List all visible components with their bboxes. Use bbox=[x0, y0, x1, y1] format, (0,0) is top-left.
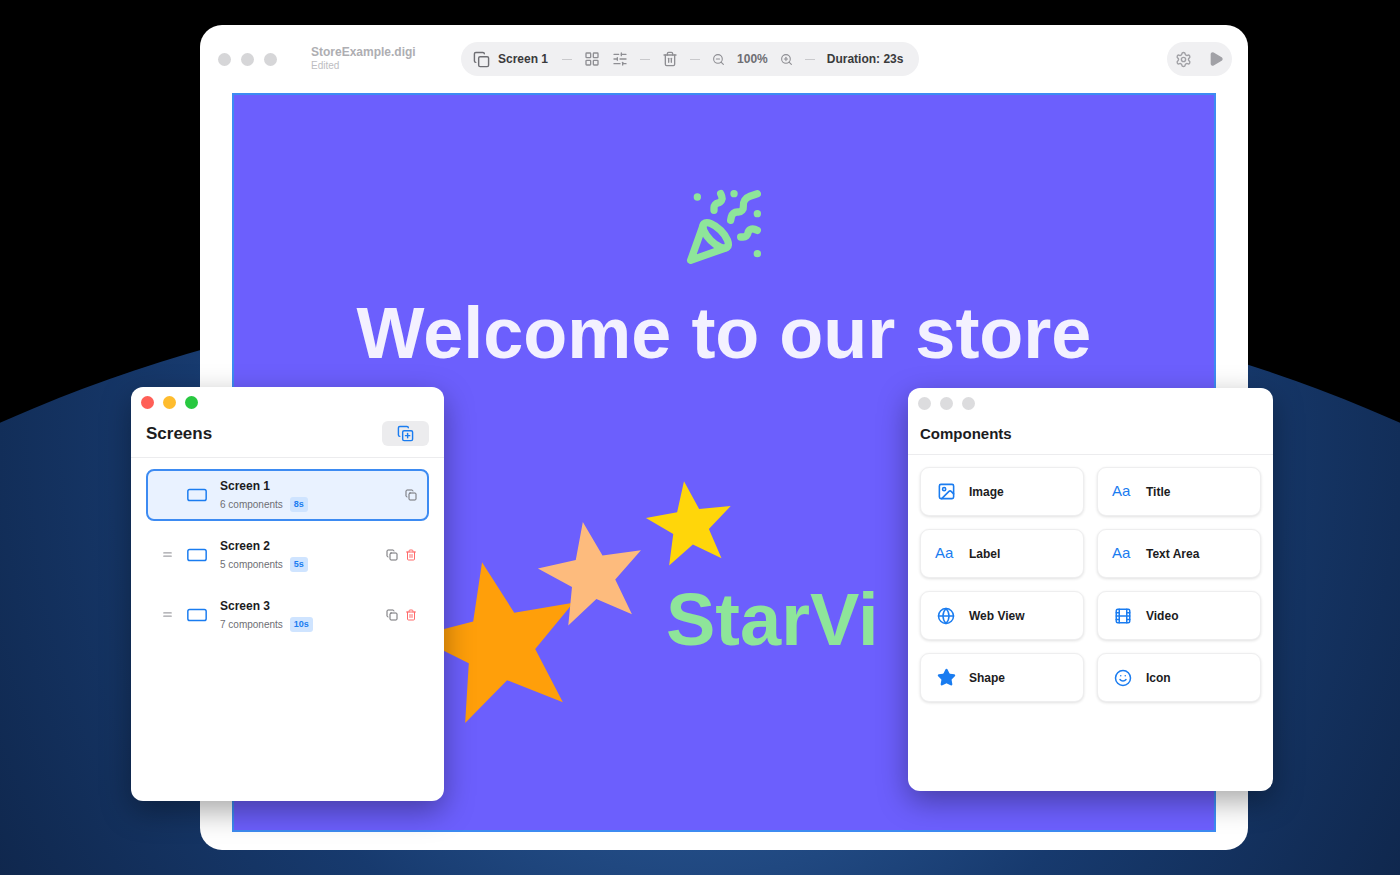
component-count: 6 components bbox=[220, 497, 283, 512]
screen-row[interactable]: Screen 1 6 components 8s bbox=[146, 469, 429, 521]
component-label: Icon bbox=[1146, 669, 1171, 687]
screen-name: Screen 3 bbox=[220, 597, 313, 615]
component-label: Image bbox=[969, 483, 1004, 501]
screens-title: Screens bbox=[146, 421, 212, 447]
toolbar: StoreExample.digiEdited Screen 1 100% Durat… bbox=[200, 25, 1248, 93]
add-screen-button[interactable] bbox=[382, 421, 429, 446]
close-button[interactable] bbox=[218, 53, 231, 66]
yellow-star-icon[interactable] bbox=[639, 473, 741, 575]
zoom-in-icon[interactable] bbox=[780, 53, 793, 66]
party-popper-icon[interactable] bbox=[684, 187, 764, 267]
screen-icon bbox=[186, 604, 208, 626]
grid-icon[interactable] bbox=[584, 51, 600, 67]
gear-icon[interactable] bbox=[1175, 51, 1192, 68]
component-card[interactable]: Image bbox=[920, 467, 1084, 516]
delete-icon[interactable] bbox=[405, 549, 417, 561]
zoom-button[interactable] bbox=[185, 396, 198, 409]
document-title: StoreExample.digiEdited bbox=[311, 45, 446, 73]
screen-icon bbox=[186, 544, 208, 566]
brand-text[interactable]: StarVi bbox=[666, 583, 879, 657]
components-title: Components bbox=[920, 425, 1012, 442]
component-card[interactable]: Icon bbox=[1097, 653, 1261, 702]
close-button[interactable] bbox=[918, 397, 931, 410]
minimize-button[interactable] bbox=[163, 396, 176, 409]
component-count: 5 components bbox=[220, 557, 283, 572]
globe-icon bbox=[937, 607, 955, 625]
screen-menu[interactable]: Screen 1 bbox=[471, 50, 550, 68]
component-card[interactable]: Aa Label bbox=[920, 529, 1084, 578]
toolbar-actions bbox=[1167, 42, 1232, 76]
text-glyph-icon: Aa bbox=[935, 542, 957, 565]
screen-menu-label: Screen 1 bbox=[498, 50, 548, 68]
trash-icon[interactable] bbox=[662, 51, 678, 67]
file-name: StoreExample.digi bbox=[311, 45, 446, 60]
sliders-icon[interactable] bbox=[612, 51, 628, 67]
component-label: Web View bbox=[969, 607, 1025, 625]
screens-icon bbox=[473, 51, 490, 68]
screen-row[interactable]: Screen 3 7 components 10s bbox=[146, 589, 429, 641]
component-label: Text Area bbox=[1146, 545, 1199, 563]
window-controls bbox=[131, 387, 444, 409]
component-card[interactable]: Video bbox=[1097, 591, 1261, 640]
screens-header: Screens bbox=[131, 421, 444, 458]
screen-icon bbox=[186, 484, 208, 506]
toolbar-separator bbox=[690, 59, 700, 60]
delete-icon[interactable] bbox=[405, 609, 417, 621]
screen-name: Screen 2 bbox=[220, 537, 308, 555]
toolbar-separator bbox=[640, 59, 650, 60]
component-card[interactable]: Shape bbox=[920, 653, 1084, 702]
duration-badge: 8s bbox=[290, 497, 308, 513]
window-controls bbox=[908, 388, 1273, 410]
component-count: 7 components bbox=[220, 617, 283, 632]
screen-name: Screen 1 bbox=[220, 477, 308, 495]
toolbar-separator bbox=[562, 59, 572, 60]
component-card[interactable]: Aa Title bbox=[1097, 467, 1261, 516]
peach-star-icon[interactable] bbox=[528, 510, 655, 637]
duplicate-icon[interactable] bbox=[386, 549, 398, 561]
add-screen-icon bbox=[397, 425, 414, 442]
duplicate-icon[interactable] bbox=[405, 489, 417, 501]
zoom-button[interactable] bbox=[962, 397, 975, 410]
star-icon bbox=[937, 668, 956, 687]
desktop: StoreExample.digiEdited Screen 1 100% Durat… bbox=[0, 0, 1400, 875]
screens-list: Screen 1 6 components 8s Screen 2 5 componen… bbox=[131, 458, 444, 641]
welcome-title[interactable]: Welcome to our store bbox=[357, 297, 1092, 369]
film-icon bbox=[1114, 607, 1132, 625]
zoom-button[interactable] bbox=[264, 53, 277, 66]
drag-handle-icon[interactable] bbox=[161, 608, 174, 621]
toolbar-pill: Screen 1 100% Duration: 23s bbox=[461, 42, 919, 76]
component-label: Video bbox=[1146, 607, 1178, 625]
drag-handle-icon[interactable] bbox=[161, 548, 174, 561]
image-icon bbox=[937, 482, 956, 501]
play-icon[interactable] bbox=[1208, 51, 1224, 67]
components-header: Components bbox=[908, 422, 1273, 455]
component-card[interactable]: Web View bbox=[920, 591, 1084, 640]
zoom-out-icon[interactable] bbox=[712, 53, 725, 66]
zoom-level: 100% bbox=[737, 50, 768, 68]
components-window: Components Image Aa Title Aa Label Aa Text Area… bbox=[908, 388, 1273, 791]
minimize-button[interactable] bbox=[241, 53, 254, 66]
screen-row[interactable]: Screen 2 5 components 5s bbox=[146, 529, 429, 581]
duration-badge: 10s bbox=[290, 617, 313, 633]
text-glyph-icon: Aa bbox=[1112, 542, 1134, 565]
duration-badge: 5s bbox=[290, 557, 308, 573]
component-label: Title bbox=[1146, 483, 1170, 501]
component-card[interactable]: Aa Text Area bbox=[1097, 529, 1261, 578]
screens-window: Screens Screen 1 6 components 8s Screen 2 5 c… bbox=[131, 387, 444, 801]
text-glyph-icon: Aa bbox=[1112, 480, 1134, 503]
edited-status: Edited bbox=[311, 60, 446, 73]
close-button[interactable] bbox=[141, 396, 154, 409]
components-grid: Image Aa Title Aa Label Aa Text Area Web View Vi… bbox=[908, 455, 1273, 702]
component-label: Label bbox=[969, 545, 1000, 563]
window-controls bbox=[218, 53, 277, 66]
smile-icon bbox=[1114, 669, 1132, 687]
toolbar-separator bbox=[805, 59, 815, 60]
duplicate-icon[interactable] bbox=[386, 609, 398, 621]
component-label: Shape bbox=[969, 669, 1005, 687]
duration: Duration: 23s bbox=[827, 50, 910, 68]
minimize-button[interactable] bbox=[940, 397, 953, 410]
